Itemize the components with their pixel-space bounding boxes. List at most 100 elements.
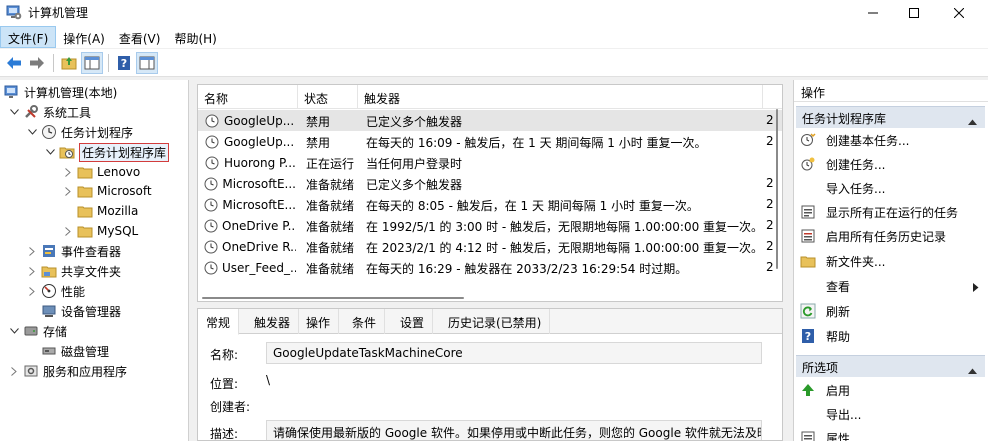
- services-icon: [23, 363, 39, 379]
- table-row[interactable]: MicrosoftE... 准备就绪 已定义多个触发器 2: [198, 173, 782, 194]
- tree-item-label: 服务和应用程序: [43, 364, 128, 379]
- action-enable[interactable]: 启用: [798, 378, 983, 402]
- collapse-caret-icon[interactable]: [968, 363, 977, 377]
- menu-help[interactable]: 帮助(H): [167, 26, 223, 48]
- chevron-down-icon[interactable]: [26, 126, 38, 138]
- toolbar-separator: [108, 53, 109, 72]
- action-properties[interactable]: 属性: [798, 426, 983, 441]
- table-row[interactable]: GoogleUp... 禁用 在每天的 16:09 - 触发后，在 1 天 期间…: [198, 131, 782, 152]
- action-label: 启用所有任务历史记录: [826, 229, 947, 244]
- action-view[interactable]: 查看: [798, 274, 983, 298]
- chevron-right-icon[interactable]: [62, 166, 74, 178]
- new-folder-icon: [800, 253, 816, 269]
- action-create-task[interactable]: 创建任务...: [798, 152, 983, 176]
- chevron-right-icon[interactable]: [8, 365, 20, 377]
- action-group-label: 所选项: [802, 361, 839, 375]
- chevron-right-icon[interactable]: [26, 265, 38, 277]
- help-toolbar-button[interactable]: ?: [113, 52, 135, 74]
- tree-item-label: 共享文件夹: [61, 264, 122, 279]
- action-enable-history[interactable]: 启用所有任务历史记录: [798, 224, 983, 248]
- tab-triggers[interactable]: 触发器: [246, 309, 300, 334]
- table-row[interactable]: OneDrive P... 准备就绪 在 1992/5/1 的 3:00 时 -…: [198, 215, 782, 236]
- console-tree: 计算机管理(本地) 系统工具 任务计划程序 任务计划程序库 Lenovo Mic…: [0, 80, 189, 441]
- table-row[interactable]: GoogleUp... 禁用 已定义多个触发器 2: [198, 110, 782, 131]
- task-name: GoogleUp...: [224, 113, 295, 128]
- tree-item-task-scheduler[interactable]: 任务计划程序: [26, 122, 133, 142]
- chevron-down-icon[interactable]: [44, 146, 56, 158]
- action-group-label: 任务计划程序库: [802, 112, 887, 126]
- tree-item-system-tools[interactable]: 系统工具: [8, 102, 91, 122]
- action-export[interactable]: 导出...: [798, 402, 983, 426]
- name-field[interactable]: GoogleUpdateTaskMachineCore: [266, 342, 762, 364]
- description-field[interactable]: 请确保使用最新版的 Google 软件。如果停用或中断此任务，则您的 Googl…: [266, 420, 762, 440]
- table-row[interactable]: MicrosoftE... 准备就绪 在每天的 8:05 - 触发后，在 1 天…: [198, 194, 782, 215]
- tree-item-services-and-applications[interactable]: 服务和应用程序: [8, 361, 127, 381]
- folder-up-icon: [61, 56, 77, 69]
- tree-item-microsoft[interactable]: Microsoft: [62, 181, 152, 201]
- action-label: 导出...: [826, 407, 862, 422]
- tree-item-task-scheduler-library[interactable]: 任务计划程序库: [44, 142, 170, 162]
- tree-item-storage[interactable]: 存储: [8, 321, 67, 341]
- tree-item-event-viewer[interactable]: 事件查看器: [26, 241, 121, 261]
- computer-management-window: 计算机管理 文件(F) 操作(A) 查看(V) 帮助(H) ? 计算机管理(本地…: [0, 0, 988, 441]
- tree-item-disk-management[interactable]: 磁盘管理: [26, 341, 109, 361]
- forward-button[interactable]: [26, 52, 48, 74]
- action-import-task[interactable]: 导入任务...: [798, 176, 983, 200]
- tree-item-lenovo[interactable]: Lenovo: [62, 162, 140, 182]
- task-list: 名称 状态 触发器 GoogleUp... 禁用 已定义多个触发器 2 Goog…: [197, 84, 783, 302]
- menu-view[interactable]: 查看(V): [112, 26, 168, 48]
- column-header-status[interactable]: 状态: [298, 85, 358, 109]
- tree-item-device-manager[interactable]: 设备管理器: [26, 301, 121, 321]
- action-create-basic-task[interactable]: 创建基本任务...: [798, 128, 983, 152]
- vertical-scrollbar[interactable]: [772, 109, 782, 292]
- action-group-selected-item[interactable]: 所选项: [796, 355, 985, 377]
- show-hide-console-tree-button[interactable]: [81, 51, 103, 74]
- task-status: 准备就绪: [306, 220, 355, 234]
- computer-management-icon: [6, 4, 22, 20]
- tab-actions[interactable]: 操作: [298, 309, 340, 334]
- name-label: 名称:: [210, 348, 239, 362]
- up-folder-button[interactable]: [58, 52, 80, 74]
- tree-item-mozilla[interactable]: Mozilla: [62, 201, 138, 221]
- maximize-button[interactable]: [891, 0, 937, 26]
- tab-settings[interactable]: 设置: [392, 309, 434, 334]
- chevron-down-icon[interactable]: [8, 106, 20, 118]
- menu-action[interactable]: 操作(A): [56, 26, 112, 48]
- action-new-folder[interactable]: 新文件夹...: [798, 249, 983, 273]
- author-label: 创建者:: [210, 400, 251, 414]
- action-display-running-tasks[interactable]: 显示所有正在运行的任务: [798, 200, 983, 224]
- tab-general[interactable]: 常规: [198, 309, 240, 335]
- tree-item-performance[interactable]: 性能: [26, 281, 85, 301]
- menu-file[interactable]: 文件(F): [0, 26, 57, 48]
- chevron-right-icon[interactable]: [26, 285, 38, 297]
- tab-history[interactable]: 历史记录(已禁用): [440, 309, 551, 334]
- chevron-down-icon[interactable]: [8, 325, 20, 337]
- window-title: 计算机管理: [28, 6, 89, 20]
- close-button[interactable]: [936, 0, 982, 26]
- tree-item-mysql[interactable]: MySQL: [62, 221, 138, 241]
- tree-item-shared-folders[interactable]: 共享文件夹: [26, 261, 121, 281]
- tree-item-computer-management[interactable]: 计算机管理(本地): [4, 82, 117, 102]
- svg-text:?: ?: [805, 330, 811, 343]
- action-label: 查看: [826, 279, 851, 294]
- action-refresh[interactable]: 刷新: [798, 299, 983, 323]
- action-group-task-scheduler-library[interactable]: 任务计划程序库: [796, 106, 985, 128]
- chevron-right-icon[interactable]: [62, 185, 74, 197]
- chevron-right-icon[interactable]: [62, 225, 74, 237]
- minimize-button[interactable]: [850, 0, 896, 26]
- column-header-trigger[interactable]: 触发器: [358, 85, 763, 109]
- task-status: 准备就绪: [306, 178, 355, 192]
- collapse-caret-icon[interactable]: [968, 114, 977, 128]
- action-help[interactable]: ? 帮助: [798, 324, 983, 348]
- table-row[interactable]: OneDrive R... 准备就绪 在 2023/2/1 的 4:12 时 -…: [198, 236, 782, 257]
- column-header-name[interactable]: 名称: [198, 85, 298, 109]
- tab-conditions[interactable]: 条件: [344, 309, 386, 334]
- show-hide-action-pane-button[interactable]: [136, 51, 158, 74]
- table-row[interactable]: User_Feed_... 准备就绪 在每天的 16:29 - 触发器在 203…: [198, 257, 782, 278]
- horizontal-scrollbar[interactable]: [202, 292, 772, 301]
- back-button[interactable]: [3, 52, 25, 74]
- chevron-right-icon[interactable]: [26, 245, 38, 257]
- table-row[interactable]: Huorong P... 正在运行 当任何用户登录时: [198, 152, 782, 173]
- task-list-header: 名称 状态 触发器: [198, 85, 782, 109]
- back-arrow-icon: [7, 56, 21, 69]
